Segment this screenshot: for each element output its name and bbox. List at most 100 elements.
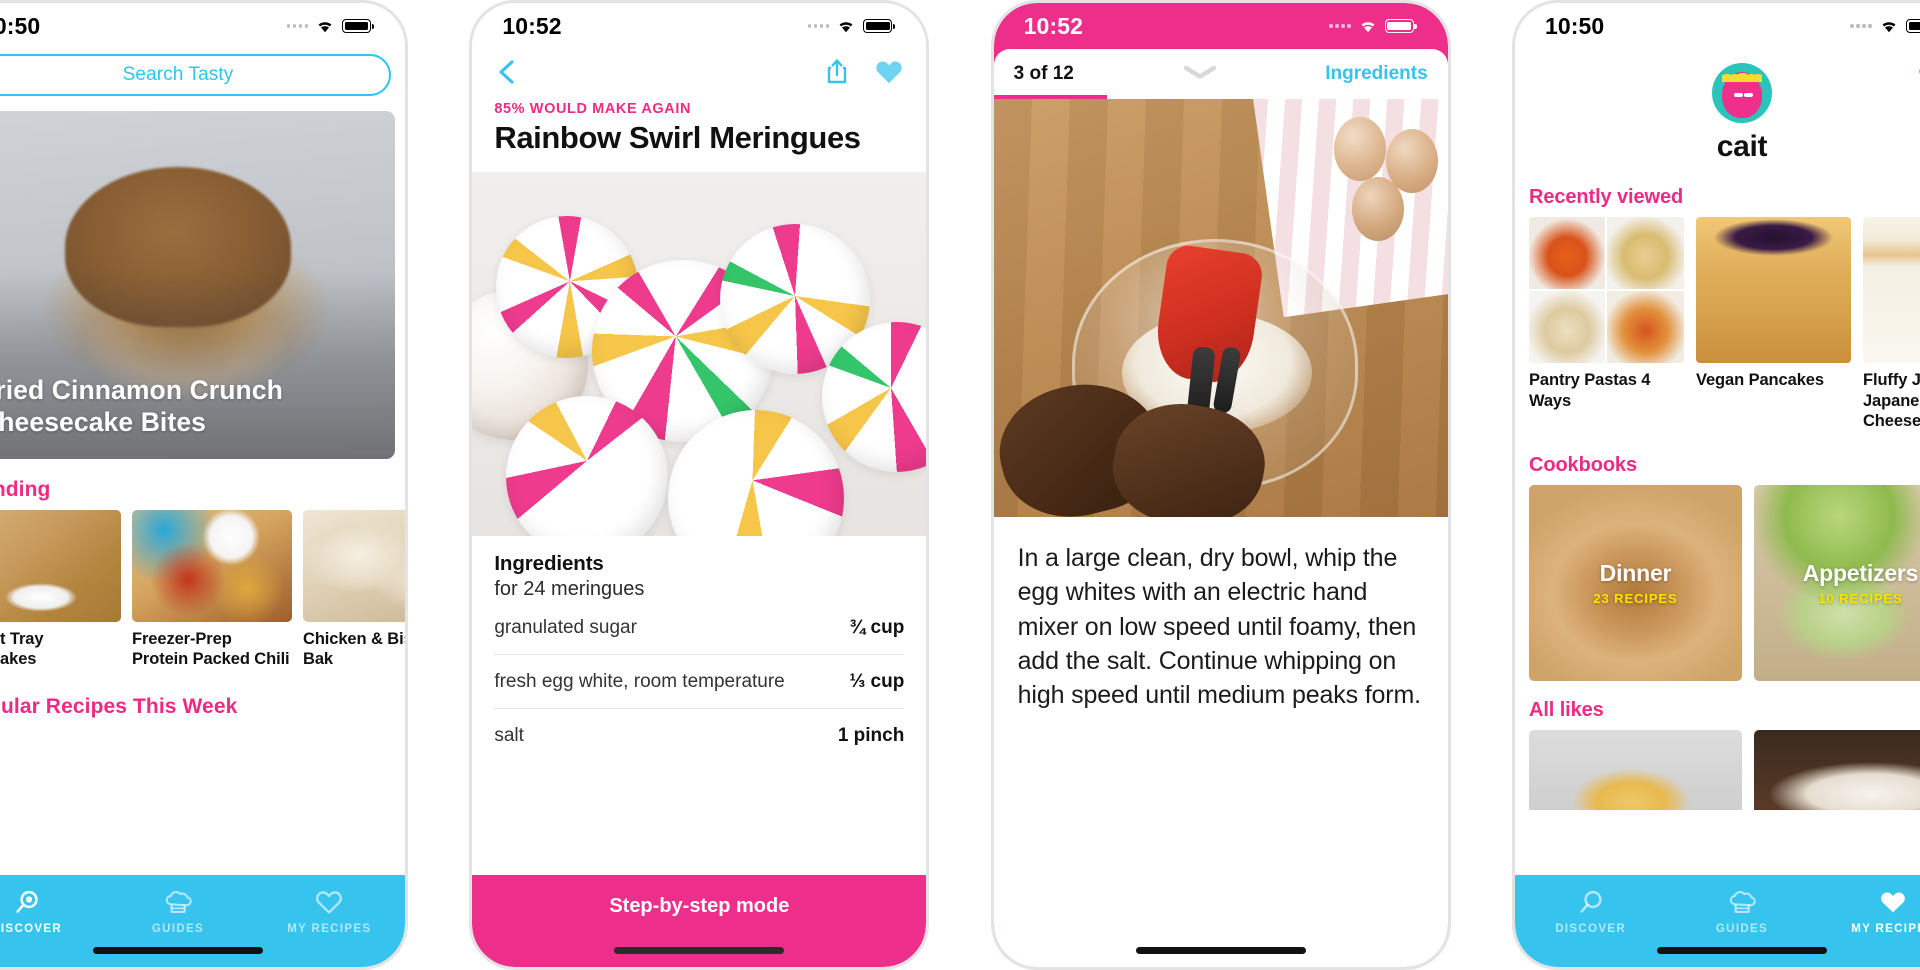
status-indicators: [1329, 19, 1417, 34]
status-bar: 10:52: [472, 3, 926, 49]
status-time: 10:50: [0, 12, 41, 39]
status-bar: 10:50: [1515, 3, 1920, 49]
recently-viewed-list[interactable]: Pantry Pastas 4 Ways Vegan Pancakes Fluf…: [1515, 217, 1920, 432]
signal-dots-icon: [1329, 24, 1351, 28]
search-icon: [0, 62, 5, 89]
tab-label: MY RECIPES: [287, 923, 372, 935]
cookbook-card[interactable]: Dinner 23 RECIPES: [1528, 484, 1742, 681]
tab-label: MY RECIPES: [1851, 923, 1920, 935]
section-heading-cookbooks: Cookbooks: [1528, 453, 1637, 476]
tab-label: GUIDES: [151, 923, 205, 935]
list-item[interactable]: Sheet Tray Pancakes: [0, 510, 121, 669]
rating-label: 85% WOULD MAKE AGAIN: [494, 101, 692, 117]
phone-step-mode: 10:52 3 of 12 Ingredients In a large cle…: [990, 0, 1451, 970]
list-item[interactable]: Pantry Pastas 4 Ways: [1528, 217, 1684, 432]
ingredient-name: salt: [494, 724, 524, 746]
section-heading-all-likes: All likes: [1528, 698, 1604, 721]
step-instruction: In a large clean, dry bowl, whip the egg…: [1017, 544, 1421, 709]
phone-my-recipes: 10:50 cait Recently viewed Pantry Pastas…: [1511, 0, 1920, 970]
all-likes-list[interactable]: [1515, 729, 1920, 810]
collapse-button[interactable]: [1179, 63, 1221, 86]
wifi-icon: [318, 21, 332, 32]
ingredient-amount: ⅓ cup: [849, 670, 905, 692]
step-counter: 3 of 12: [1013, 63, 1074, 84]
recipe-thumbnail: [1862, 217, 1920, 363]
chevron-down-icon: [1183, 65, 1216, 79]
list-item[interactable]: [1528, 729, 1742, 810]
status-bar: 10:50: [0, 3, 405, 49]
ingredients-link[interactable]: Ingredients: [1325, 63, 1427, 85]
status-indicators: [286, 19, 374, 34]
battery-icon: [1905, 19, 1920, 33]
tab-my-recipes[interactable]: MY RECIPES: [1818, 888, 1920, 935]
cookbook-recipe-count: 10 RECIPES: [1818, 590, 1903, 606]
search-input[interactable]: Search Tasty: [0, 54, 391, 96]
step-sheet: 3 of 12 Ingredients In a large clean, dr…: [993, 49, 1448, 967]
ingredient-name: granulated sugar: [494, 616, 637, 638]
recipe-title: Fluffy Jiggly Japanese Cheesecake: [1862, 371, 1920, 431]
recipe-title: Freezer-Prep Protein Packed Chili: [132, 630, 290, 669]
section-heading-popular: Popular Recipes This Week: [0, 695, 238, 719]
home-indicator: [93, 947, 263, 954]
recipe-hero-image: [472, 171, 927, 536]
trending-list[interactable]: Sheet Tray Pancakes Freezer-Prep Protein…: [0, 510, 405, 669]
status-bar: 10:52: [994, 3, 1448, 49]
list-item[interactable]: [1753, 729, 1920, 810]
table-row: salt 1 pinch: [494, 709, 904, 762]
ingredients-heading: Ingredients: [494, 551, 604, 575]
tab-label: DISCOVER: [1555, 923, 1627, 935]
recipe-title: Vegan Pancakes: [1695, 371, 1824, 389]
cookbooks-list[interactable]: Dinner 23 RECIPES Appetizers 10 RECIPES: [1515, 484, 1920, 681]
signal-dots-icon: [1850, 24, 1872, 28]
wifi-icon: [1882, 21, 1896, 32]
list-item[interactable]: Chicken & Biscuits Bak: [303, 510, 405, 669]
list-item[interactable]: Freezer-Prep Protein Packed Chili: [132, 510, 292, 669]
recipe-thumbnail: [1695, 217, 1851, 363]
tab-my-recipes[interactable]: MY RECIPES: [254, 888, 405, 935]
phone-recipe-detail: 10:52 85% WOULD MAKE AGAIN Rainbow Swirl…: [469, 0, 930, 970]
cookbook-card[interactable]: Appetizers 10 RECIPES: [1753, 484, 1920, 681]
avatar[interactable]: [1711, 63, 1772, 123]
cookbook-title: Appetizers: [1802, 559, 1919, 586]
profile-name: cait: [1716, 130, 1768, 163]
favorite-button[interactable]: [874, 58, 904, 90]
tab-guides[interactable]: GUIDES: [102, 888, 253, 935]
tab-discover[interactable]: DISCOVER: [1515, 888, 1666, 935]
share-button[interactable]: [824, 57, 850, 91]
status-time: 10:50: [1544, 12, 1605, 39]
ingredients-yield: for 24 meringues: [494, 577, 645, 600]
tab-discover[interactable]: DISCOVER: [0, 888, 102, 935]
status-time: 10:52: [502, 12, 562, 39]
step-video[interactable]: [993, 99, 1448, 517]
detail-nav-bar: [472, 49, 926, 95]
discover-content: Search Tasty Fried Cinnamon Crunch Chees…: [0, 49, 405, 967]
recipe-thumbnail: [132, 510, 292, 622]
ingredient-name: fresh egg white, room temperature: [494, 670, 785, 692]
list-item[interactable]: Fluffy Jiggly Japanese Cheesecake: [1862, 217, 1920, 432]
heart-outline-icon: [316, 891, 343, 914]
table-row: fresh egg white, room temperature ⅓ cup: [494, 655, 905, 709]
search-placeholder: Search Tasty: [122, 64, 234, 85]
wifi-icon: [839, 21, 853, 32]
chef-hat-icon: [165, 891, 192, 913]
my-recipes-content: cait Recently viewed Pantry Pastas 4 Way…: [1515, 49, 1920, 967]
status-time: 10:52: [1023, 12, 1083, 39]
home-indicator: [614, 947, 785, 954]
tab-guides[interactable]: GUIDES: [1666, 888, 1817, 935]
tab-label: DISCOVER: [0, 923, 63, 935]
recipe-title: Sheet Tray Pancakes: [0, 630, 44, 669]
battery-icon: [342, 19, 374, 33]
wifi-icon: [1361, 21, 1375, 32]
table-row: granulated sugar ¾ cup: [494, 601, 905, 655]
home-indicator: [1135, 947, 1306, 954]
status-indicators: [807, 19, 896, 34]
back-button[interactable]: [494, 57, 520, 92]
magnifier-icon: [16, 890, 38, 913]
battery-icon: [1384, 19, 1417, 33]
section-heading-recently-viewed: Recently viewed: [1528, 186, 1684, 208]
chevron-left-icon: [499, 59, 514, 84]
list-item[interactable]: Vegan Pancakes: [1695, 217, 1851, 432]
hero-recipe-card[interactable]: Fried Cinnamon Crunch Cheesecake Bites: [0, 111, 395, 459]
battery-icon: [863, 19, 896, 33]
screen-step-mode: 10:52 3 of 12 Ingredients In a large cle…: [993, 3, 1448, 967]
